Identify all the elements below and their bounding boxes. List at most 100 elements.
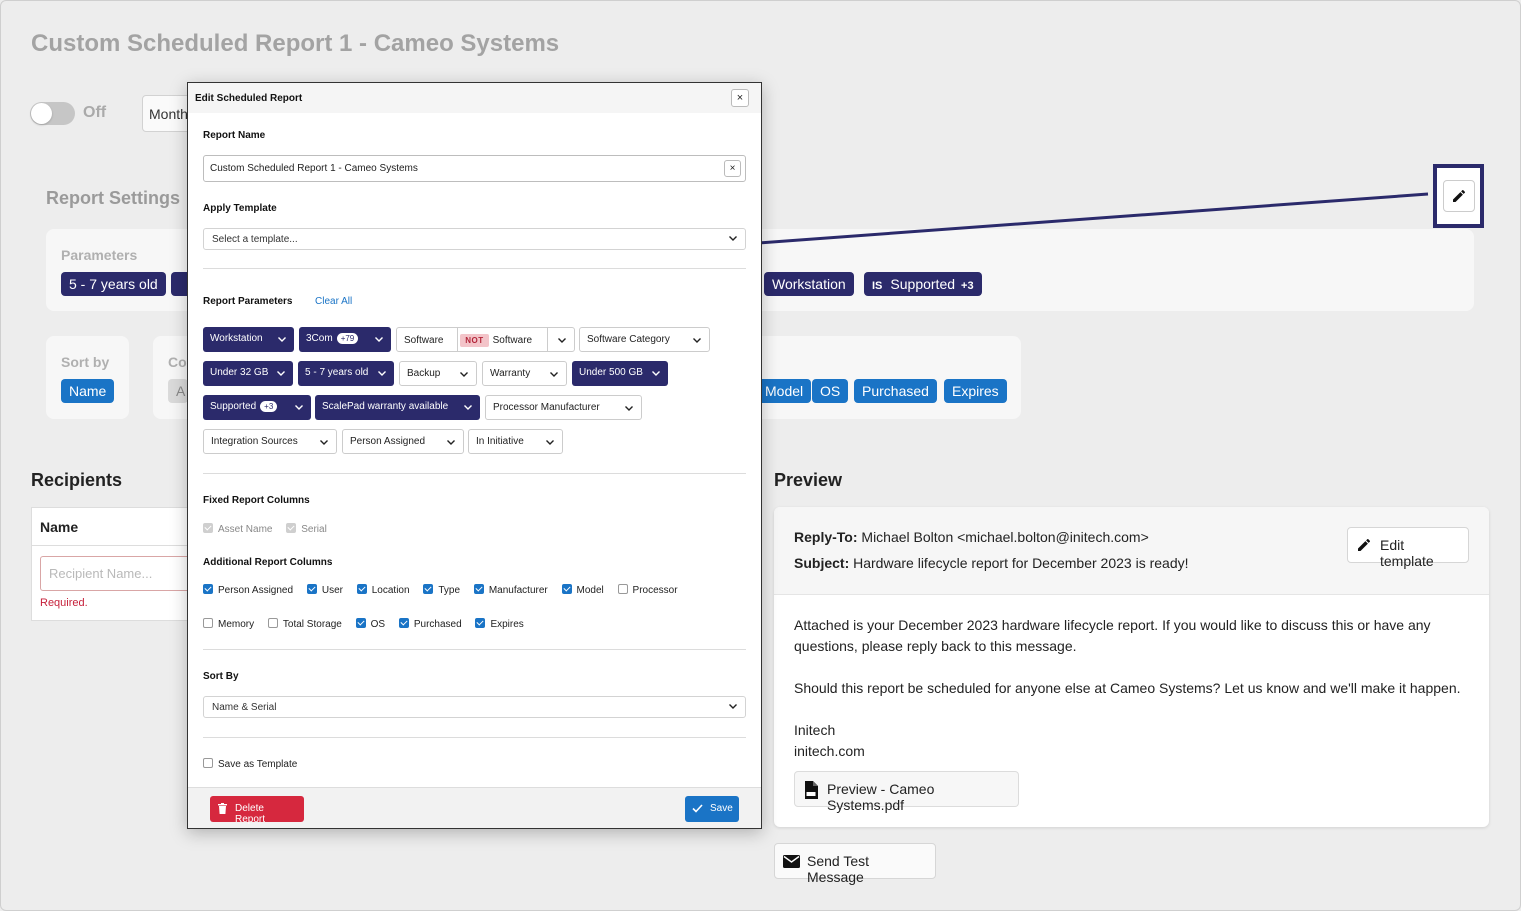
filter-chip-warranty[interactable]: Warranty: [482, 361, 567, 386]
filter-chip-in-initiative[interactable]: In Initiative: [468, 429, 563, 454]
filter-chip-backup[interactable]: Backup: [399, 361, 477, 386]
column-checkbox-memory[interactable]: Memory: [203, 618, 254, 630]
clear-all-link[interactable]: Clear All: [315, 296, 352, 307]
filter-chip-under-500gb[interactable]: Under 500 GB: [572, 361, 668, 386]
send-test-message-button[interactable]: Send Test Message: [774, 843, 936, 885]
chip-label: Under 500 GB: [579, 367, 643, 378]
chevron-down-icon: [729, 704, 737, 709]
pdf-file-icon: [805, 781, 818, 799]
edit-report-button[interactable]: [1443, 180, 1475, 212]
divider: [203, 649, 746, 650]
delete-report-button[interactable]: Delete Report: [210, 796, 304, 825]
checkbox[interactable]: [398, 618, 409, 628]
filter-chip-years-old[interactable]: 5 - 7 years old: [298, 361, 394, 386]
column-checkbox-person-assigned[interactable]: Person Assigned: [203, 584, 293, 596]
chip-label: 5 - 7 years old: [305, 367, 369, 378]
checkbox[interactable]: [203, 584, 213, 594]
parameter-pill[interactable]: 5 - 7 years old: [61, 272, 166, 296]
filter-chip-processor-manufacturer[interactable]: Processor Manufacturer: [485, 395, 642, 420]
chip-label: Software: [404, 335, 444, 346]
column-checkbox-os[interactable]: OS: [355, 618, 385, 630]
checkbox[interactable]: [203, 618, 213, 628]
column-checkbox-purchased[interactable]: Purchased: [398, 618, 462, 630]
additional-columns-row-2: Memory Total Storage OS Purchased Expire…: [203, 618, 535, 630]
column-checkbox-expires[interactable]: Expires: [475, 618, 524, 630]
sort-by-pill[interactable]: Name: [61, 379, 115, 403]
parameters-label: Parameters: [61, 247, 138, 263]
columns-pill-partial[interactable]: A: [168, 379, 188, 403]
checkbox[interactable]: [617, 584, 628, 594]
sort-by-label: Sort by: [61, 354, 110, 370]
filter-chip-scalepad-warranty[interactable]: ScalePad warranty available: [315, 395, 480, 420]
chip-count-badge: +3: [260, 401, 278, 412]
filter-chip-integration-sources[interactable]: Integration Sources: [203, 429, 337, 454]
checkbox[interactable]: [267, 618, 278, 628]
chevron-down-icon: [378, 371, 386, 376]
sort-by-label: Sort By: [203, 671, 239, 682]
reply-to-line: Reply-To: Michael Bolton <michael.bolton…: [794, 529, 1149, 545]
sort-by-select[interactable]: Name & Serial: [203, 696, 746, 718]
filter-chip-workstation[interactable]: Workstation: [203, 327, 294, 352]
column-pill[interactable]: Expires: [944, 379, 1007, 403]
column-checkbox-type[interactable]: Type: [423, 584, 460, 596]
edit-template-button[interactable]: Edit template: [1347, 527, 1469, 569]
recipients-table: Name Recipient Name... Required.: [31, 507, 200, 621]
checkbox[interactable]: [306, 584, 317, 594]
save-button[interactable]: Save: [685, 796, 739, 822]
chip-separator: [457, 328, 458, 351]
checkbox[interactable]: [356, 584, 367, 594]
signature-domain: initech.com: [794, 743, 865, 759]
filter-chip-software-category[interactable]: Software Category: [579, 327, 710, 352]
checkbox[interactable]: [473, 584, 484, 594]
column-checkbox-total-storage[interactable]: Total Storage: [267, 618, 342, 630]
save-as-template-row[interactable]: Save as Template: [203, 758, 297, 770]
additional-columns-label: Additional Report Columns: [203, 557, 333, 568]
chevron-down-icon: [693, 338, 701, 343]
column-checkbox-manufacturer[interactable]: Manufacturer: [473, 584, 548, 596]
chip-label: Supported: [210, 401, 257, 412]
checkbox[interactable]: [355, 618, 366, 628]
checkbox[interactable]: [561, 584, 572, 594]
column-checkbox-user[interactable]: User: [306, 584, 343, 596]
save-as-template-checkbox[interactable]: [203, 758, 213, 768]
supported-pill[interactable]: IS Supported +3: [864, 272, 982, 296]
body-paragraph: Attached is your December 2023 hardware …: [794, 617, 1431, 654]
column-pill[interactable]: Purchased: [854, 379, 937, 403]
attachment-button[interactable]: Preview - Cameo Systems.pdf: [794, 771, 1019, 813]
pill-label: Supported: [890, 276, 956, 292]
filter-chip-3com[interactable]: 3Com +79: [299, 327, 391, 352]
close-icon[interactable]: ×: [731, 89, 749, 107]
column-checkbox-location[interactable]: Location: [356, 584, 410, 596]
body-paragraph: Should this report be scheduled for anyo…: [794, 680, 1461, 696]
chevron-down-icon: [550, 372, 558, 377]
column-checkbox-processor[interactable]: Processor: [617, 584, 678, 596]
parameter-pill[interactable]: Workstation: [764, 272, 854, 296]
column-pill[interactable]: Model: [757, 379, 812, 403]
schedule-toggle[interactable]: [30, 102, 75, 125]
report-name-input[interactable]: Custom Scheduled Report 1 - Cameo System…: [203, 155, 746, 182]
column-checkbox-model[interactable]: Model: [561, 584, 604, 596]
filter-chip-supported[interactable]: Supported +3: [203, 395, 311, 420]
pill-extra-count: +3: [961, 280, 974, 292]
chip-label: 3Com: [306, 333, 333, 344]
chip-label: Backup: [407, 368, 441, 379]
checkbox[interactable]: [423, 584, 434, 594]
toggle-label: Off: [83, 104, 107, 121]
chevron-down-icon: [278, 337, 286, 342]
clear-input-icon[interactable]: ×: [724, 160, 741, 177]
filter-chip-under-32gb[interactable]: Under 32 GB: [203, 361, 293, 386]
not-operator-badge: NOT: [460, 334, 489, 347]
recipient-name-input[interactable]: Recipient Name...: [40, 556, 200, 591]
column-pill[interactable]: OS: [812, 379, 849, 403]
column-header-name: Name: [32, 508, 190, 546]
template-select[interactable]: Select a template...: [203, 228, 746, 250]
chip-label: Workstation: [210, 333, 263, 344]
checkbox[interactable]: [475, 618, 486, 628]
chip-label: Person Assigned: [350, 436, 426, 447]
edit-scheduled-report-modal: Edit Scheduled Report × Report Name Cust…: [187, 82, 762, 829]
filter-chip-person-assigned[interactable]: Person Assigned: [342, 429, 464, 454]
filter-chip-software-not[interactable]: Software NOT Software: [396, 327, 575, 352]
chevron-down-icon: [460, 372, 468, 377]
fixed-column-serial: Serial: [286, 523, 327, 535]
checkbox-label: Model: [576, 585, 604, 596]
